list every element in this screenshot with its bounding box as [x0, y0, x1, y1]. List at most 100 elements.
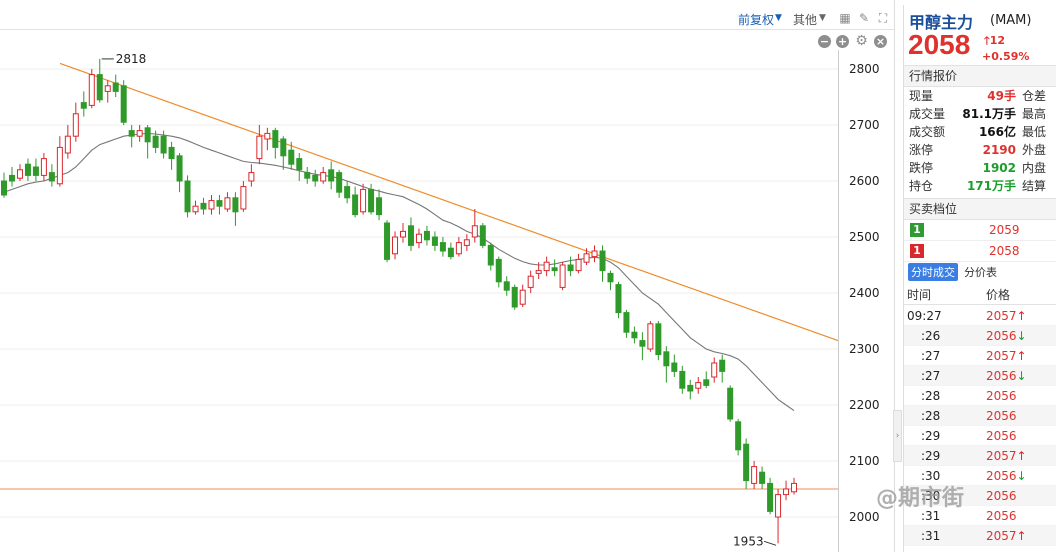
chevron-down-icon[interactable]: ▼: [775, 13, 782, 23]
candle: [607, 270, 614, 291]
arrow-up-icon: ↑: [1016, 309, 1027, 323]
chevron-down-icon[interactable]: ▼: [819, 13, 826, 23]
candle: [783, 480, 790, 501]
candle-body-up: [591, 250, 598, 258]
candle-body-down: [639, 340, 646, 347]
tick-row[interactable]: 09:27 2057↑: [904, 306, 1056, 326]
grid-layout-icon[interactable]: ▦: [838, 11, 852, 25]
fullscreen-icon[interactable]: ⛶: [876, 11, 890, 25]
candle-body-down: [8, 174, 15, 182]
candle-body-up: [791, 482, 798, 493]
candle: [376, 189, 383, 221]
candle-body-down: [200, 202, 207, 210]
level-badge: 1: [910, 244, 924, 258]
candle-body-up: [16, 169, 23, 179]
quote-value: 1902: [982, 161, 1016, 175]
candle-body-down: [216, 200, 223, 207]
draw-pencil-icon[interactable]: ✎: [857, 11, 871, 25]
quote-label: 外盘: [1022, 143, 1047, 157]
tick-row[interactable]: :31 2057↑: [904, 526, 1056, 546]
tick-row[interactable]: :29 2057↑: [904, 446, 1056, 466]
candle-body-down: [607, 272, 614, 283]
candle: [495, 256, 502, 288]
quote-label: 仓差: [1022, 89, 1047, 103]
price-tick-label: 2400: [849, 286, 880, 300]
candle: [751, 461, 758, 489]
tab-price-table[interactable]: 分价表: [964, 264, 997, 280]
candle: [767, 477, 774, 515]
tick-row[interactable]: :28 2056: [904, 386, 1056, 406]
candle: [352, 186, 359, 218]
quote-row: 现量 49手 仓差: [904, 87, 1056, 105]
candle-body-up: [72, 113, 79, 137]
candle-body-down: [615, 284, 622, 314]
tab-time-sales[interactable]: 分时成交: [908, 263, 958, 281]
candle: [336, 169, 343, 198]
candle: [168, 141, 175, 170]
candle: [240, 181, 247, 212]
candle-body-up: [256, 135, 263, 160]
candle-body-up: [415, 233, 422, 244]
tick-row[interactable]: :29 2056: [904, 426, 1056, 446]
low-annotation-arrow: [763, 540, 777, 546]
candle-body-down: [328, 169, 335, 182]
adjust-mode-dropdown[interactable]: 前复权: [738, 11, 774, 28]
tick-price: 2057↑: [986, 309, 1027, 323]
candle: [431, 231, 438, 251]
close-icon[interactable]: ×: [874, 35, 887, 48]
quote-label: 最低: [1022, 125, 1047, 139]
candle-body-up: [224, 197, 231, 210]
candle-body-up: [360, 188, 367, 213]
candle-body-down: [368, 188, 375, 213]
tick-row[interactable]: :28 2056: [904, 406, 1056, 426]
tick-price: 2056↓: [986, 469, 1027, 483]
candle-body-up: [647, 323, 654, 350]
candle-body-down: [487, 244, 494, 266]
tick-row[interactable]: :26 2056↓: [904, 326, 1056, 346]
tick-table-header: 时间 价格: [904, 283, 1056, 305]
zoom-out-icon[interactable]: −: [818, 35, 831, 48]
settings-gear-icon[interactable]: ⚙: [855, 34, 868, 48]
quote-row: 涨停 2190 外盘: [904, 141, 1056, 159]
other-menu-dropdown[interactable]: 其他: [793, 11, 817, 28]
candle: [743, 438, 750, 489]
candle-body-down: [727, 387, 734, 420]
tick-row[interactable]: :27 2057↑: [904, 346, 1056, 366]
tick-row[interactable]: :27 2056↓: [904, 366, 1056, 386]
candle: [711, 357, 718, 383]
candle-body-down: [407, 225, 414, 246]
arrow-down-icon: ↓: [1016, 369, 1027, 383]
ask-row[interactable]: 1 2059: [904, 220, 1056, 241]
candle: [479, 223, 486, 249]
price-tick-label: 2300: [849, 342, 880, 356]
candle-body-up: [264, 132, 271, 140]
bid-row[interactable]: 1 2058: [904, 241, 1056, 262]
tick-time: :27: [921, 369, 941, 383]
tick-price: 2057↑: [986, 349, 1027, 363]
zoom-in-icon[interactable]: +: [836, 35, 849, 48]
candle: [328, 161, 335, 190]
quote-label: 跌停: [909, 161, 934, 175]
quote-value: 49手: [987, 89, 1016, 103]
panel-collapse-handle[interactable]: ›: [893, 410, 902, 462]
quote-row: 持仓 171万手 结算: [904, 177, 1056, 195]
arrow-down-icon: ↓: [1016, 329, 1027, 343]
candle-body-down: [232, 197, 239, 213]
candle-body-up: [711, 362, 718, 378]
candle: [208, 195, 215, 215]
candle-body-down: [312, 174, 319, 182]
candle: [455, 237, 462, 257]
app-window: 前复权 ▼ 其他 ▼ ▦ ✎ ⛶ − + ⚙ × 2000 2100 2200 230…: [0, 0, 1056, 552]
candle: [176, 153, 183, 193]
candle-body-down: [272, 130, 279, 148]
price-tick-label: 2800: [849, 62, 880, 76]
price-change-percent: +0.59%: [982, 50, 1030, 63]
price-tick-label: 2000: [849, 510, 880, 524]
candle: [200, 197, 207, 215]
candle: [64, 125, 71, 159]
candle-body-down: [495, 258, 502, 283]
candlestick-plot[interactable]: 2000 2100 2200 2300 2400 2500 2600 2700 2800 2818…: [0, 50, 895, 552]
quote-label: 成交额: [909, 125, 946, 139]
tick-time: :27: [921, 349, 941, 363]
level-price: 2058: [989, 244, 1020, 258]
